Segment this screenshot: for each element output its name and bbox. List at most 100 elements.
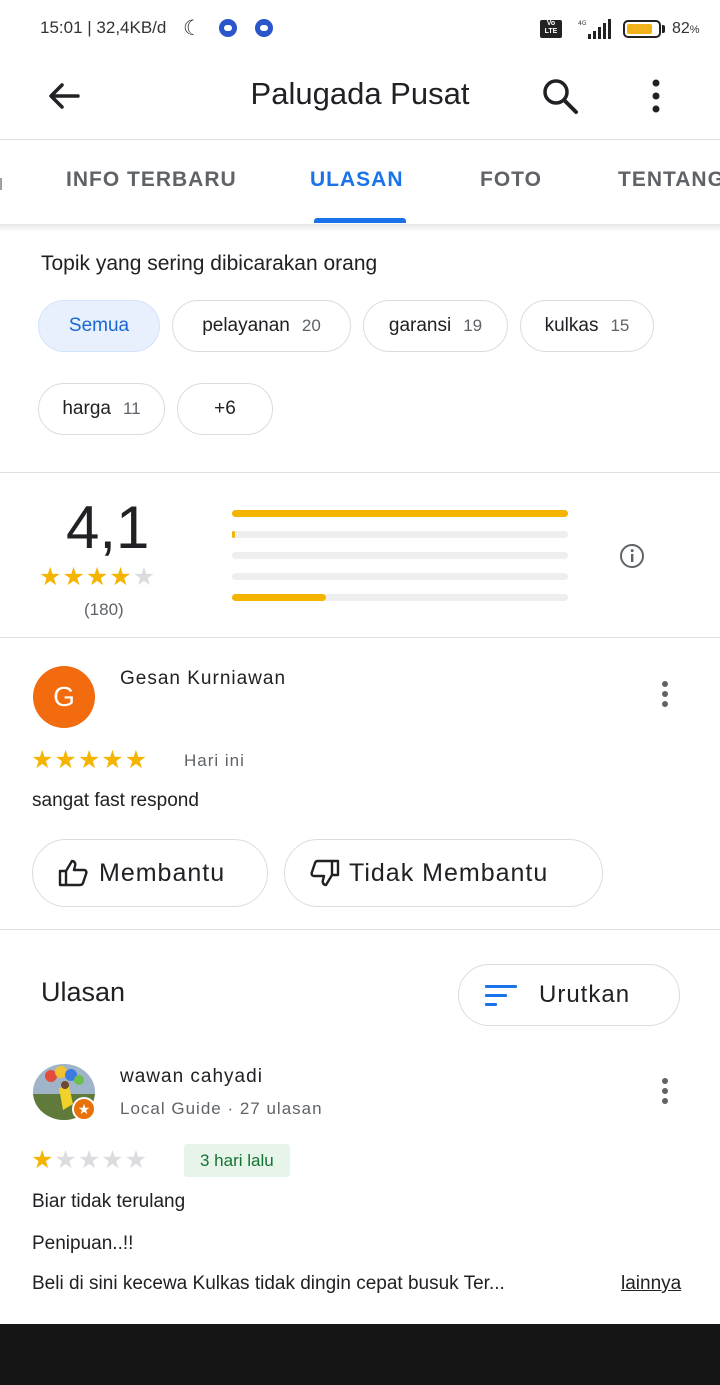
- active-tab-indicator: [314, 218, 406, 223]
- star-empty-icon: ★: [77, 1146, 102, 1174]
- rating-bar-2: [232, 573, 568, 580]
- star-icon: ★: [124, 746, 149, 774]
- more-vert-icon: [652, 79, 660, 113]
- helpful-label: Membantu: [99, 858, 226, 887]
- header-divider: [0, 139, 720, 140]
- status-bar: 15:01 | 32,4KB/d ☾ Vo LTE 4G 82%: [0, 0, 720, 58]
- search-button[interactable]: [534, 70, 586, 122]
- topic-chip-garansi[interactable]: garansi 19: [363, 300, 508, 352]
- section-divider: [0, 929, 720, 930]
- battery-tip: [662, 25, 665, 33]
- next-review-photo: [0, 1324, 720, 1385]
- reviewer-name[interactable]: Gesan Kurniawan: [120, 668, 286, 690]
- star-empty-icon: ★: [54, 1146, 78, 1174]
- review-text-line: Penipuan..!!: [32, 1233, 134, 1254]
- info-icon: [620, 544, 644, 568]
- local-guide-badge-icon: ★: [72, 1097, 96, 1121]
- reviewer-name[interactable]: wawan cahyadi: [120, 1066, 263, 1088]
- not-helpful-button[interactable]: Tidak Membantu: [284, 839, 603, 907]
- rating-bar-5: [232, 510, 568, 517]
- thumb-up-icon: [58, 859, 88, 887]
- chip-label: kulkas: [544, 315, 599, 336]
- chip-count: 19: [463, 316, 483, 335]
- tab-foto[interactable]: FOTO: [480, 168, 542, 192]
- average-rating: 4,1: [66, 494, 150, 561]
- review-more-button[interactable]: [655, 1071, 675, 1111]
- star-empty-icon: ★: [101, 1146, 125, 1174]
- star-icon: ★: [109, 563, 133, 591]
- star-empty-icon: ★: [124, 1146, 149, 1174]
- topic-chip-pelayanan[interactable]: pelayanan 20: [172, 300, 351, 352]
- star-empty-icon: ★: [132, 563, 157, 591]
- sort-label: Urutkan: [539, 981, 631, 1008]
- signal-icon: 4G: [578, 19, 611, 39]
- battery-icon: [623, 20, 661, 38]
- sort-button[interactable]: Urutkan: [458, 964, 680, 1026]
- section-divider: [0, 637, 720, 638]
- chip-label: Semua: [68, 315, 130, 336]
- read-more-link[interactable]: lainnya: [621, 1273, 681, 1295]
- tab-shadow: [0, 224, 720, 232]
- rating-bar-1: [232, 594, 568, 601]
- helpful-button[interactable]: Membantu: [32, 839, 268, 907]
- topic-chip-semua[interactable]: Semua: [38, 300, 160, 352]
- reviews-section-title: Ulasan: [41, 977, 126, 1007]
- chip-label: pelayanan: [202, 315, 290, 336]
- moon-icon: ☾: [183, 17, 202, 40]
- star-icon: ★: [31, 1146, 55, 1174]
- rating-bar-fill: [232, 594, 327, 601]
- review-more-button[interactable]: [655, 674, 675, 714]
- rating-bar-4: [232, 531, 568, 538]
- page-title: Palugada Pusat: [250, 76, 470, 111]
- tab-scroll-edge: [0, 178, 2, 190]
- tab-ulasan[interactable]: ULASAN: [310, 168, 404, 192]
- rating-bar-fill: [232, 531, 236, 538]
- chip-label: harga: [62, 398, 111, 419]
- avatar[interactable]: G: [33, 666, 95, 728]
- star-icon: ★: [31, 746, 55, 774]
- review-time-badge: 3 hari lalu: [184, 1144, 290, 1177]
- chip-label: garansi: [388, 315, 452, 336]
- review-text: sangat fast respond: [32, 790, 199, 811]
- notification-icon: [255, 19, 273, 37]
- rating-bar-fill: [232, 510, 568, 517]
- back-button[interactable]: [40, 70, 90, 122]
- info-button[interactable]: [619, 543, 645, 569]
- status-time-speed: 15:01 | 32,4KB/d: [40, 18, 167, 37]
- notification-icon: [219, 19, 237, 37]
- battery-level: [627, 24, 652, 34]
- reviewer-meta: Local Guide · 27 ulasan: [120, 1099, 323, 1118]
- topic-chip-more[interactable]: +6: [177, 383, 273, 435]
- chip-count: 11: [122, 399, 141, 418]
- topics-title: Topik yang sering dibicarakan orang: [41, 252, 378, 275]
- more-vert-icon: [662, 1078, 668, 1104]
- tab-tentang[interactable]: TENTANG: [618, 168, 720, 192]
- review-stars: ★★★★★: [31, 745, 148, 775]
- more-options-button[interactable]: [640, 70, 672, 122]
- review-text-line: Beli di sini kecewa Kulkas tidak dingin …: [32, 1273, 505, 1294]
- star-icon: ★: [54, 746, 78, 774]
- thumb-down-icon: [310, 859, 340, 887]
- topic-chip-kulkas[interactable]: kulkas 15: [520, 300, 654, 352]
- star-icon: ★: [39, 563, 63, 591]
- tab-info-terbaru[interactable]: INFO TERBARU: [66, 168, 237, 192]
- more-vert-icon: [662, 681, 668, 707]
- review-text-line: Biar tidak terulang: [32, 1191, 186, 1212]
- not-helpful-label: Tidak Membantu: [349, 858, 549, 887]
- sort-icon: [485, 985, 517, 1006]
- search-icon: [543, 79, 578, 114]
- star-icon: ★: [85, 563, 110, 591]
- review-time: Hari ini: [184, 751, 245, 770]
- arrow-back-icon: [49, 83, 80, 109]
- average-stars: ★★★★★: [39, 562, 156, 592]
- star-icon: ★: [77, 746, 102, 774]
- review-stars: ★★★★★: [31, 1145, 148, 1175]
- rating-count: (180): [84, 600, 124, 619]
- star-icon: ★: [101, 746, 125, 774]
- svg-text:4G: 4G: [578, 20, 587, 27]
- battery-percent: 82%: [672, 20, 700, 37]
- chip-label: +6: [214, 398, 236, 419]
- chip-count: 15: [610, 316, 630, 335]
- topic-chip-harga[interactable]: harga 11: [38, 383, 165, 435]
- section-divider: [0, 472, 720, 473]
